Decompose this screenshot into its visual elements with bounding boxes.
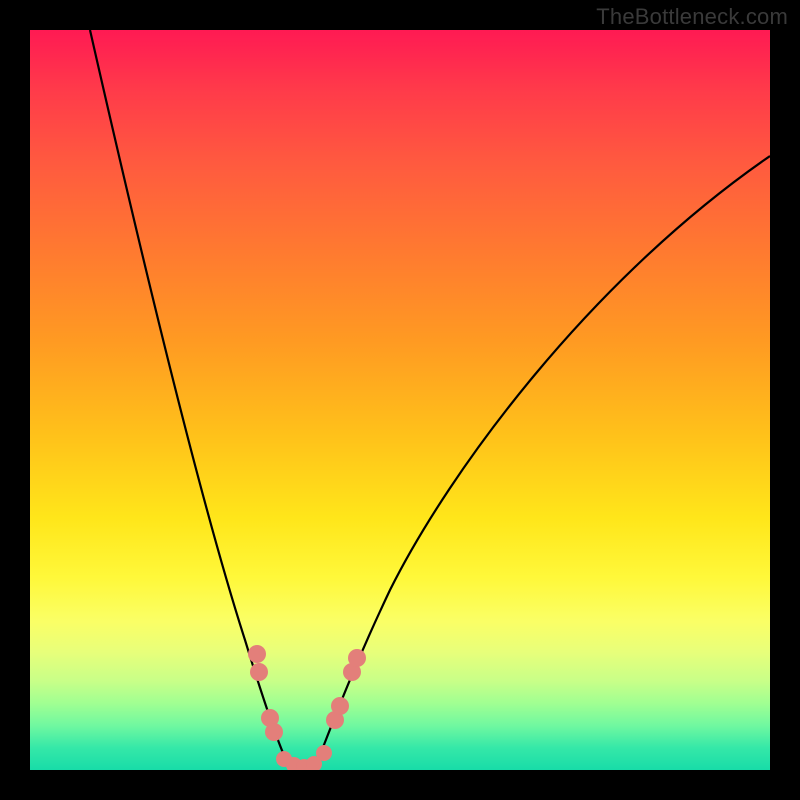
marker-dot: [248, 645, 266, 663]
watermark-text: TheBottleneck.com: [596, 4, 788, 30]
marker-dot: [265, 723, 283, 741]
marker-dot: [250, 663, 268, 681]
marker-dot: [331, 697, 349, 715]
curve-svg: [30, 30, 770, 770]
chart-frame: TheBottleneck.com: [0, 0, 800, 800]
marker-dot: [316, 745, 332, 761]
plot-area: [30, 30, 770, 770]
marker-dot: [348, 649, 366, 667]
bottleneck-curve-right: [318, 156, 770, 760]
